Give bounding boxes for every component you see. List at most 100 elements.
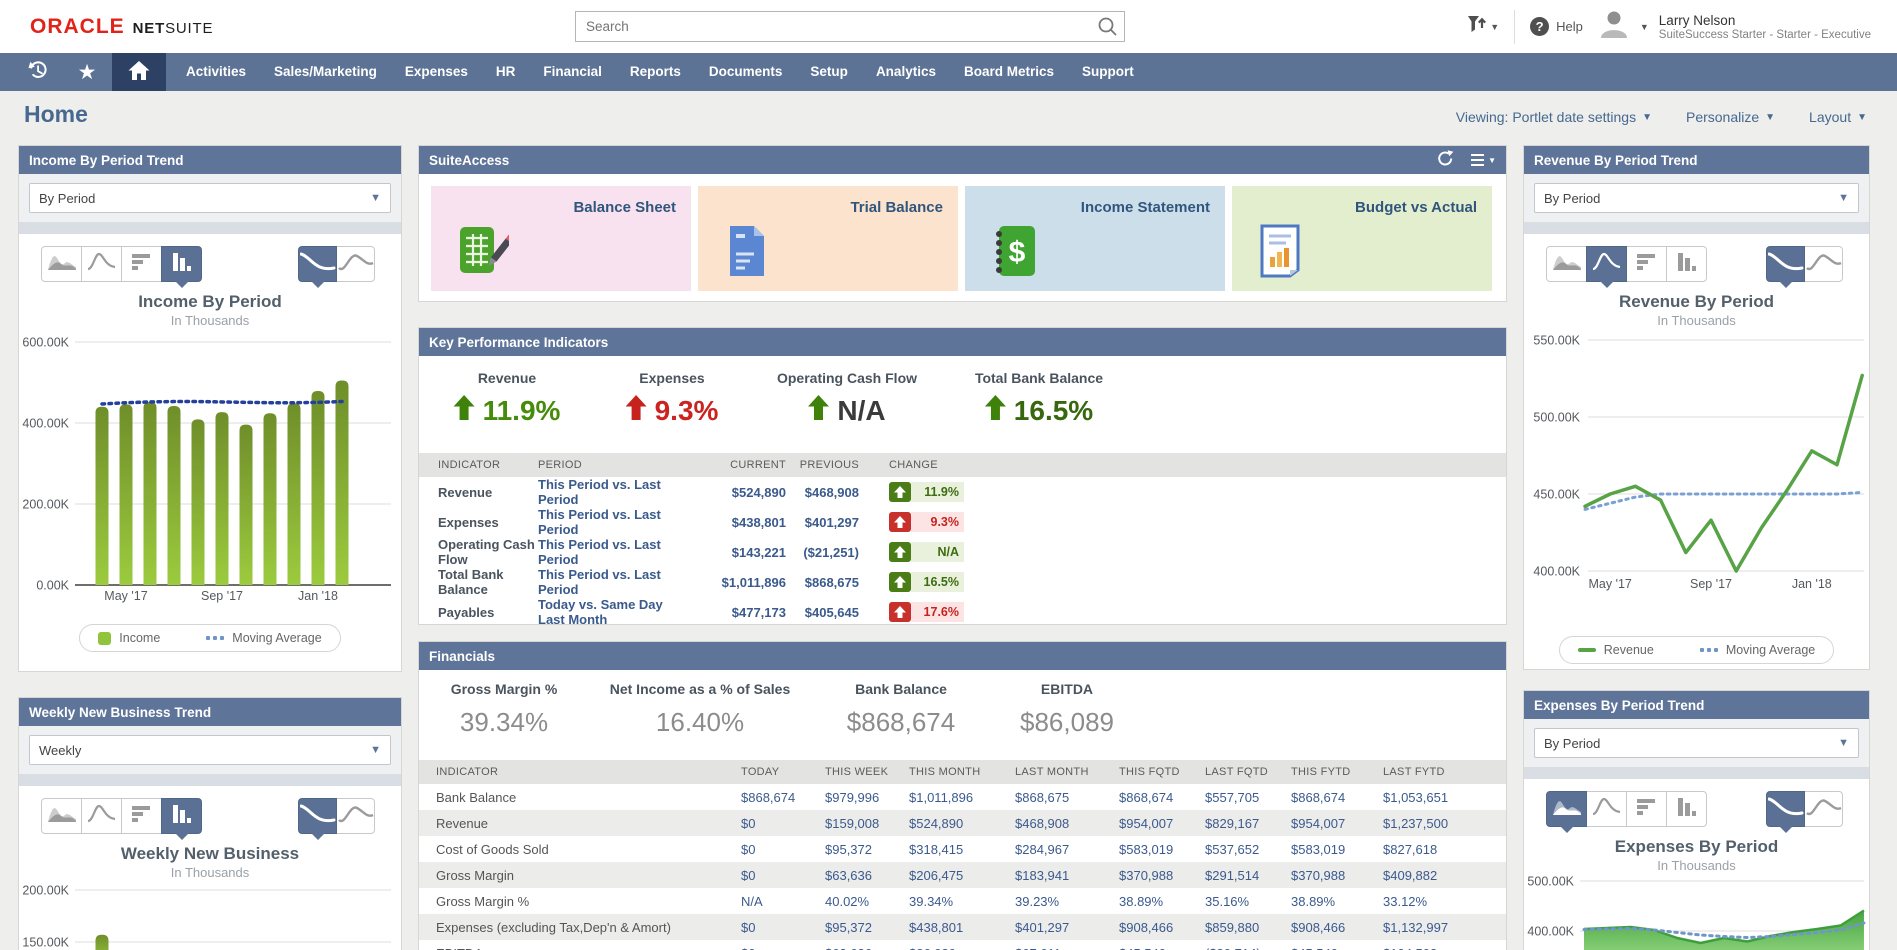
viewing-settings-menu[interactable]: Viewing: Portlet date settings▼	[1456, 109, 1652, 125]
portlet-header[interactable]: Expenses By Period Trend	[1524, 691, 1869, 719]
fin-value[interactable]: $0	[741, 940, 825, 950]
portlet-header[interactable]: Income By Period Trend	[19, 146, 401, 174]
recent-records-button[interactable]	[12, 53, 62, 91]
trend-alt-view-button[interactable]	[336, 246, 375, 282]
kpi-period-link[interactable]: This Period vs. Last Period	[538, 567, 688, 597]
tile-trial-balance[interactable]: Trial Balance	[698, 186, 958, 291]
vbar-chart-type-button[interactable]	[161, 246, 202, 282]
fin-value[interactable]: $370,988	[1291, 862, 1383, 888]
home-tab[interactable]	[112, 53, 166, 91]
fin-value[interactable]: N/A	[741, 888, 825, 914]
hbar-chart-type-button[interactable]	[121, 246, 162, 282]
kpi-current-value[interactable]: $143,221	[688, 537, 786, 567]
fin-value[interactable]: $1,053,651	[1383, 784, 1507, 810]
hbar-chart-type-button[interactable]	[1626, 791, 1667, 827]
fin-value[interactable]: $0	[741, 836, 825, 862]
fin-value[interactable]: $583,019	[1119, 836, 1205, 862]
income-bar-chart[interactable]: 600.00K400.00K200.00K0.00KMay '17Sep '17…	[19, 328, 402, 606]
fin-value[interactable]: $557,705	[1205, 784, 1291, 810]
fin-value[interactable]: $159,008	[825, 810, 909, 836]
fin-value[interactable]: $868,675	[1015, 784, 1119, 810]
kpi-current-value[interactable]: $1,011,896	[688, 567, 786, 597]
vbar-chart-type-button[interactable]	[1666, 791, 1707, 827]
fin-value[interactable]: $1,011,896	[909, 784, 1015, 810]
fin-value[interactable]: 40.02%	[825, 888, 909, 914]
fin-value[interactable]: 39.23%	[1015, 888, 1119, 914]
line-chart-type-button[interactable]	[1586, 246, 1627, 282]
area-chart-type-button[interactable]	[1546, 791, 1587, 827]
trend-alt-view-button[interactable]	[1804, 791, 1843, 827]
fin-value[interactable]: $104,503	[1383, 940, 1507, 950]
area-chart-type-button[interactable]	[41, 246, 82, 282]
area-chart-type-button[interactable]	[41, 798, 82, 834]
tile-balance-sheet[interactable]: Balance Sheet	[431, 186, 691, 291]
fin-value[interactable]: $1,237,500	[1383, 810, 1507, 836]
fin-value[interactable]: $583,019	[1291, 836, 1383, 862]
fin-value[interactable]: $1,132,997	[1383, 914, 1507, 940]
fin-value[interactable]: $954,007	[1291, 810, 1383, 836]
fin-value[interactable]: $95,372	[825, 836, 909, 862]
weekly-bar-chart[interactable]: 200.00K150.00K	[19, 880, 402, 950]
revenue-period-select[interactable]: By Period▼	[1534, 183, 1859, 213]
expenses-period-select[interactable]: By Period▼	[1534, 728, 1859, 758]
income-period-select[interactable]: By Period▼	[29, 183, 391, 213]
portlet-header[interactable]: Key Performance Indicators	[419, 328, 1506, 356]
portlet-header[interactable]: Financials	[419, 642, 1506, 670]
nav-item-analytics[interactable]: Analytics	[862, 53, 950, 91]
vbar-chart-type-button[interactable]	[161, 798, 202, 834]
fin-value[interactable]: $979,996	[825, 784, 909, 810]
fin-value[interactable]: ($30,714)	[1205, 940, 1291, 950]
fin-value[interactable]: $908,466	[1291, 914, 1383, 940]
hbar-chart-type-button[interactable]	[121, 798, 162, 834]
kpi-period-link[interactable]: Today vs. Same Day Last Month	[538, 597, 688, 625]
personalize-menu[interactable]: Personalize▼	[1686, 109, 1775, 125]
kpi-previous-value[interactable]: $868,675	[786, 567, 859, 597]
line-chart-type-button[interactable]	[81, 246, 122, 282]
nav-item-hr[interactable]: HR	[482, 53, 530, 91]
fin-value[interactable]: $954,007	[1119, 810, 1205, 836]
fin-value[interactable]: $409,882	[1383, 862, 1507, 888]
shortcuts-button[interactable]: ★	[62, 53, 112, 91]
portlet-header[interactable]: SuiteAccess ▼	[419, 146, 1506, 174]
help-button[interactable]: ? Help	[1530, 17, 1583, 36]
kpi-current-value[interactable]: $477,173	[688, 597, 786, 625]
portlet-header[interactable]: Revenue By Period Trend	[1524, 146, 1869, 174]
fin-value[interactable]: $868,674	[1119, 784, 1205, 810]
kpi-previous-value[interactable]: $405,645	[786, 597, 859, 625]
fin-value[interactable]: 35.16%	[1205, 888, 1291, 914]
fin-value[interactable]: 33.12%	[1383, 888, 1507, 914]
fin-value[interactable]: $859,880	[1205, 914, 1291, 940]
trend-view-button[interactable]	[298, 798, 337, 834]
line-chart-type-button[interactable]	[1586, 791, 1627, 827]
fin-value[interactable]: 38.89%	[1291, 888, 1383, 914]
hbar-chart-type-button[interactable]	[1626, 246, 1667, 282]
layout-menu[interactable]: Layout▼	[1809, 109, 1867, 125]
fin-value[interactable]: $86,089	[909, 940, 1015, 950]
fin-value[interactable]: 39.34%	[909, 888, 1015, 914]
fin-value[interactable]: $183,941	[1015, 862, 1119, 888]
fin-value[interactable]: $0	[741, 862, 825, 888]
trend-view-button[interactable]	[1766, 246, 1805, 282]
fin-value[interactable]: $829,167	[1205, 810, 1291, 836]
fin-value[interactable]: $438,801	[909, 914, 1015, 940]
nav-item-board-metrics[interactable]: Board Metrics	[950, 53, 1068, 91]
fin-value[interactable]: 38.89%	[1119, 888, 1205, 914]
nav-item-setup[interactable]: Setup	[796, 53, 862, 91]
search-input[interactable]	[575, 11, 1125, 42]
quick-add-button[interactable]: ▼	[1465, 13, 1499, 40]
kpi-period-link[interactable]: This Period vs. Last Period	[538, 507, 688, 537]
kpi-current-value[interactable]: $438,801	[688, 507, 786, 537]
trend-alt-view-button[interactable]	[336, 798, 375, 834]
nav-item-financial[interactable]: Financial	[529, 53, 616, 91]
trend-view-button[interactable]	[1766, 791, 1805, 827]
trend-view-button[interactable]	[298, 246, 337, 282]
nav-item-documents[interactable]: Documents	[695, 53, 797, 91]
fin-value[interactable]: $45,540	[1119, 940, 1205, 950]
kpi-period-link[interactable]: This Period vs. Last Period	[538, 537, 688, 567]
vbar-chart-type-button[interactable]	[1666, 246, 1707, 282]
trend-alt-view-button[interactable]	[1804, 246, 1843, 282]
kpi-current-value[interactable]: $524,890	[688, 477, 786, 507]
fin-value[interactable]: $206,475	[909, 862, 1015, 888]
refresh-icon[interactable]	[1437, 150, 1454, 170]
fin-value[interactable]: $284,967	[1015, 836, 1119, 862]
